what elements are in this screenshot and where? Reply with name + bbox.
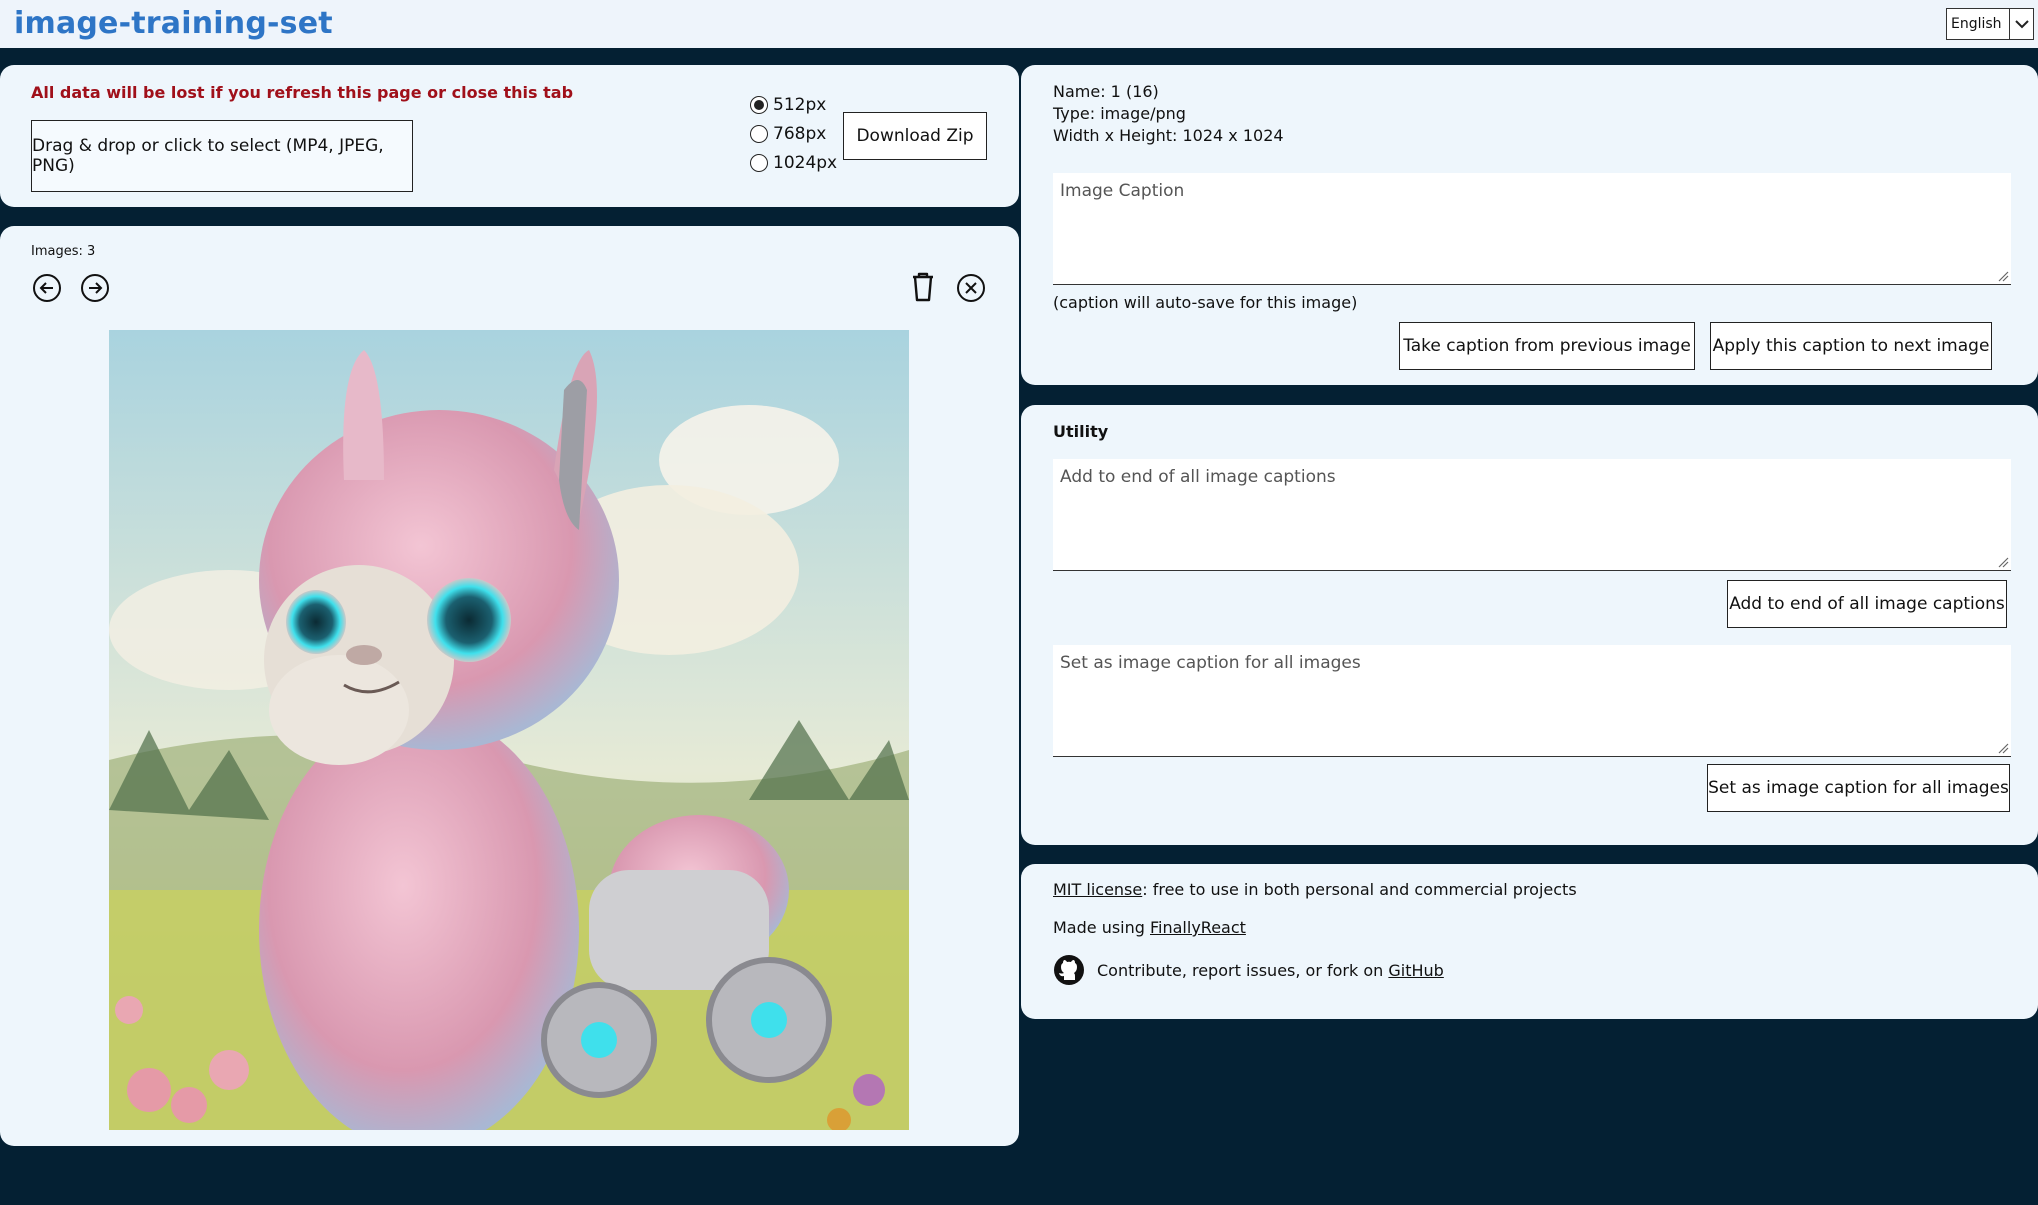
radio-button[interactable] xyxy=(750,95,768,114)
caption-panel: Name: 1 (16) Type: image/png Width x Hei… xyxy=(1021,65,2038,385)
image-preview xyxy=(109,330,909,1130)
autosave-note: (caption will auto-save for this image) xyxy=(1053,293,1358,312)
app-header: image-training-set English xyxy=(0,0,2038,48)
github-icon[interactable] xyxy=(1053,954,1085,986)
made-using-text: Made using xyxy=(1053,918,1150,937)
language-selected-value: English xyxy=(1951,16,2002,32)
app-title[interactable]: image-training-set xyxy=(14,6,333,41)
image-dimensions: Width x Height: 1024 x 1024 xyxy=(1053,126,1284,145)
size-option-768[interactable]: 768px xyxy=(750,119,837,148)
set-all-captions-textarea[interactable]: Set as image caption for all images xyxy=(1053,645,2011,757)
image-caption-textarea[interactable]: Image Caption xyxy=(1053,173,2011,285)
license-text: : free to use in both personal and comme… xyxy=(1142,880,1577,899)
image-type: Type: image/png xyxy=(1053,104,1186,123)
resize-grip-icon[interactable] xyxy=(1997,742,2009,754)
data-loss-warning: All data will be lost if you refresh thi… xyxy=(31,83,574,102)
size-option-label: 768px xyxy=(773,123,827,144)
append-caption-textarea[interactable]: Add to end of all image captions xyxy=(1053,459,2011,571)
close-circle-icon[interactable] xyxy=(956,273,986,303)
size-option-label: 512px xyxy=(773,94,827,115)
made-using-line: Made using FinallyReact xyxy=(1053,918,1246,937)
upload-panel: All data will be lost if you refresh thi… xyxy=(0,65,1019,207)
radio-button[interactable] xyxy=(750,124,768,143)
size-option-label: 1024px xyxy=(773,152,838,173)
arrow-right-circle-icon[interactable] xyxy=(80,273,110,303)
utility-panel: Utility Add to end of all image captions… xyxy=(1021,405,2038,845)
mit-license-link[interactable]: MIT license xyxy=(1053,880,1142,899)
apply-caption-to-next-button[interactable]: Apply this caption to next image xyxy=(1710,322,1992,370)
finallyreact-link[interactable]: FinallyReact xyxy=(1150,918,1246,937)
set-caption-for-all-button[interactable]: Set as image caption for all images xyxy=(1707,764,2010,812)
images-count: Images: 3 xyxy=(31,244,96,259)
take-caption-from-previous-button[interactable]: Take caption from previous image xyxy=(1399,322,1695,370)
contribute-line: Contribute, report issues, or fork on Gi… xyxy=(1053,954,1444,986)
image-viewer-panel: Images: 3 xyxy=(0,226,1019,1146)
size-radio-group: 512px 768px 1024px xyxy=(750,90,837,177)
language-select[interactable]: English xyxy=(1946,8,2034,40)
utility-title: Utility xyxy=(1053,422,1109,441)
download-zip-button[interactable]: Download Zip xyxy=(843,112,987,160)
image-name: Name: 1 (16) xyxy=(1053,82,1159,101)
license-line: MIT license : free to use in both person… xyxy=(1053,880,1577,899)
resize-grip-icon[interactable] xyxy=(1997,556,2009,568)
trash-icon[interactable] xyxy=(908,271,938,302)
contribute-text: Contribute, report issues, or fork on xyxy=(1097,960,1389,980)
resize-grip-icon[interactable] xyxy=(1997,270,2009,282)
chevron-down-icon xyxy=(2009,9,2033,39)
footer-panel: MIT license : free to use in both person… xyxy=(1021,864,2038,1019)
file-dropzone[interactable]: Drag & drop or click to select (MP4, JPE… xyxy=(31,120,413,192)
arrow-left-circle-icon[interactable] xyxy=(32,273,62,303)
add-to-end-of-captions-button[interactable]: Add to end of all image captions xyxy=(1727,580,2007,628)
size-option-512[interactable]: 512px xyxy=(750,90,837,119)
github-link[interactable]: GitHub xyxy=(1388,961,1443,980)
size-option-1024[interactable]: 1024px xyxy=(750,148,837,177)
radio-button[interactable] xyxy=(750,153,768,172)
radio-selected-dot xyxy=(754,99,764,110)
